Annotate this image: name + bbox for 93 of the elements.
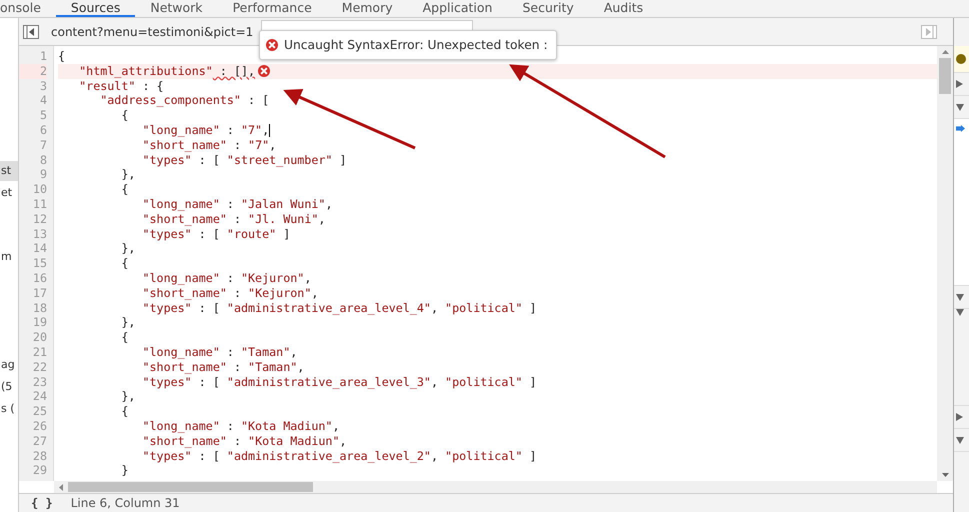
line-number: 29 — [32, 463, 47, 478]
scroll-down-arrow-icon[interactable] — [942, 473, 948, 477]
panel-tab[interactable]: Memory — [326, 0, 408, 17]
code-line: }, — [120, 389, 136, 404]
code-line: "long_name" : "Jalan Wuni", — [141, 196, 332, 212]
line-number: 9 — [38, 167, 47, 182]
collapse-triangle-icon[interactable] — [956, 104, 964, 110]
code-line: "short_name" : "Jl. Wuni", — [141, 212, 326, 227]
collapse-triangle-icon[interactable] — [956, 309, 964, 316]
code-line: { — [120, 108, 128, 123]
line-number: 4 — [38, 93, 47, 108]
code-line: } — [120, 463, 128, 478]
line-number: 21 — [32, 344, 47, 360]
line-number: 3 — [38, 78, 47, 94]
code-line: }, — [120, 241, 136, 256]
line-number: 6 — [38, 122, 47, 138]
panel-tab[interactable]: Application — [408, 0, 508, 17]
line-number: 25 — [32, 404, 47, 419]
expand-triangle-icon[interactable] — [956, 413, 963, 421]
line-number: 7 — [38, 138, 47, 153]
code-line: "types" : [ "route" ] — [141, 226, 290, 242]
pretty-print-button[interactable]: { } — [31, 496, 53, 510]
code-line: { — [120, 330, 128, 345]
warning-icon — [956, 54, 966, 64]
code-line: "address_components" : [ — [99, 93, 270, 108]
vertical-scrollbar[interactable] — [937, 46, 953, 481]
code-line: "html_attributions" : [], — [78, 64, 256, 79]
line-number: 1 — [38, 49, 47, 64]
line-number: 22 — [32, 360, 47, 375]
code-line: { — [120, 182, 128, 197]
code-line: "short_name" : "Kejuron", — [141, 286, 318, 301]
scrollbar-thumb[interactable] — [68, 482, 313, 492]
line-number: 12 — [32, 212, 47, 227]
line-number: 13 — [32, 226, 47, 242]
code-line: { — [120, 404, 128, 419]
code-line: "result" : { — [78, 78, 164, 94]
panel-tab[interactable]: onsole — [0, 0, 56, 17]
code-line: { — [58, 49, 66, 64]
code-line: "types" : [ "street_number" ] — [141, 152, 347, 168]
scrollbar-thumb[interactable] — [939, 58, 951, 94]
code-line: "types" : [ "administrative_area_level_2", "political" ] — [141, 448, 537, 464]
panel-tab[interactable]: Network — [135, 0, 218, 17]
code-line: "types" : [ "administrative_area_level_4", "political" ] — [141, 300, 537, 316]
sidebar-toggle-icon[interactable] — [921, 24, 937, 38]
line-number: 26 — [32, 418, 47, 434]
panel-tab[interactable]: Performance — [218, 0, 327, 17]
file-tree-item[interactable]: et — [0, 183, 18, 203]
code-line: "long_name" : "Kejuron", — [141, 270, 312, 286]
line-number: 18 — [32, 300, 47, 316]
line-number: 10 — [32, 182, 47, 197]
horizontal-scrollbar[interactable] — [54, 481, 937, 493]
code-line: "long_name" : "Kota Madiun", — [141, 418, 340, 434]
line-number: 27 — [32, 434, 47, 449]
line-number: 17 — [32, 286, 47, 301]
line-number: 15 — [32, 256, 47, 271]
code-line: "long_name" : "7", — [141, 122, 270, 138]
error-icon — [258, 65, 270, 78]
panel-tab[interactable]: Security — [507, 0, 589, 17]
line-number: 20 — [32, 330, 47, 345]
collapse-triangle-icon[interactable] — [956, 436, 964, 444]
cursor-position: Line 6, Column 31 — [70, 496, 180, 510]
scroll-left-arrow-icon[interactable] — [59, 484, 63, 490]
line-number: 23 — [32, 374, 47, 390]
panel-tab[interactable]: Audits — [588, 0, 658, 17]
scroll-up-arrow-icon[interactable] — [942, 50, 948, 54]
sidebar-toggle-icon[interactable] — [23, 24, 39, 38]
line-number: 8 — [38, 152, 47, 168]
line-number: 2 — [19, 64, 47, 79]
code-line: }, — [120, 315, 136, 330]
code-line: "long_name" : "Taman", — [141, 344, 298, 360]
collapse-triangle-icon[interactable] — [956, 294, 964, 300]
file-tree-item[interactable]: ag — [0, 355, 18, 375]
file-tree-item[interactable]: st — [0, 161, 18, 181]
file-tree-item[interactable]: m — [0, 247, 18, 267]
code-line: "short_name" : "Kota Madiun", — [141, 434, 347, 449]
line-number: 5 — [38, 108, 47, 123]
file-tree-item[interactable]: s ( — [0, 399, 18, 419]
line-number: 16 — [32, 270, 47, 286]
line-number: 19 — [32, 315, 47, 330]
line-number: 24 — [32, 389, 47, 404]
file-tab[interactable]: content?menu=testimoni&pict=1 — [51, 24, 254, 38]
code-line: "short_name" : "7", — [141, 138, 276, 153]
code-line: { — [120, 256, 128, 271]
error-message: Uncaught SyntaxError: Unexpected token : — [284, 38, 548, 52]
line-number: 11 — [32, 196, 47, 212]
expand-triangle-icon[interactable] — [956, 80, 963, 88]
line-number: 14 — [32, 241, 47, 256]
line-number: 28 — [32, 448, 47, 464]
code-line: "types" : [ "administrative_area_level_3", "political" ] — [141, 374, 537, 390]
code-line: "short_name" : "Taman", — [141, 360, 304, 375]
code-line: }, — [120, 167, 136, 182]
error-icon — [266, 39, 278, 51]
file-tree-item[interactable]: (5 — [0, 377, 18, 397]
